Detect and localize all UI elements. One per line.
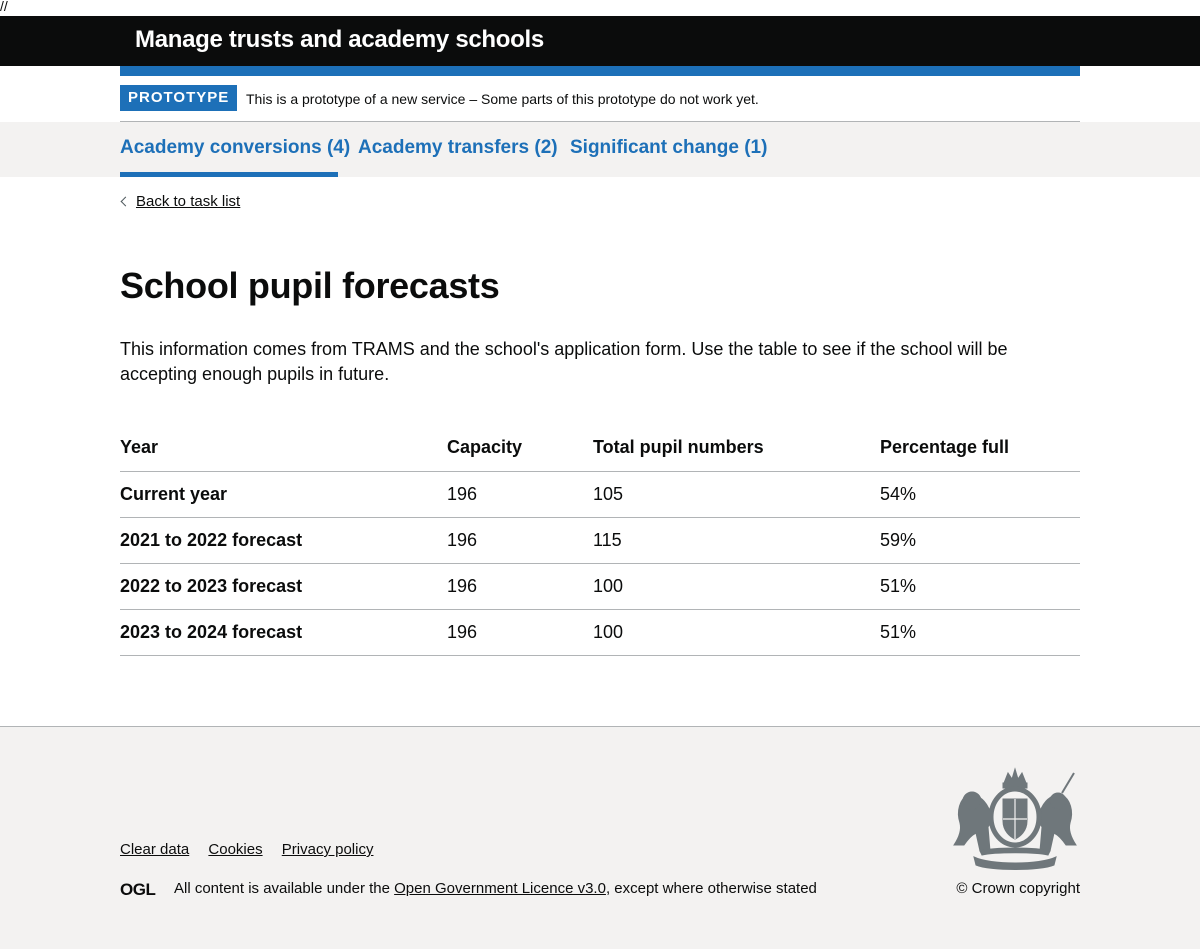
licence-statement: All content is available under the Open …: [174, 879, 817, 899]
service-name[interactable]: Manage trusts and academy schools: [135, 26, 544, 54]
site-footer: Clear data Cookies Privacy policy OGL Al…: [0, 726, 1200, 949]
licence-suffix: , except where otherwise stated: [605, 880, 817, 897]
table-row: 2022 to 2023 forecast 196 100 51%: [120, 563, 1080, 610]
table-row: Current year 196 105 54%: [120, 471, 1080, 518]
footer-link-privacy-policy[interactable]: Privacy policy: [282, 841, 374, 858]
stray-mark: //: [0, 0, 8, 14]
phase-banner-text: This is a prototype of a new service – S…: [246, 91, 759, 107]
footer-link-cookies[interactable]: Cookies: [208, 841, 262, 858]
row-year: 2022 to 2023 forecast: [120, 563, 447, 610]
tab-academy-conversions[interactable]: Academy conversions (4): [120, 137, 350, 159]
phase-banner: PROTOTYPE This is a prototype of a new s…: [120, 85, 1080, 122]
row-percentage-full: 51%: [880, 563, 1080, 610]
prototype-tag: PROTOTYPE: [120, 85, 238, 111]
crown-copyright[interactable]: © Crown copyright: [956, 879, 1080, 899]
row-capacity: 196: [447, 517, 593, 564]
tab-navigation: Academy conversions (4) Academy transfer…: [0, 122, 1200, 177]
row-percentage-full: 54%: [880, 471, 1080, 518]
row-capacity: 196: [447, 609, 593, 656]
column-header-percentage-full: Percentage full: [880, 425, 1080, 472]
header-blue-rule: [120, 66, 1080, 76]
back-link-label: Back to task list: [136, 193, 241, 210]
row-total-pupils: 100: [593, 563, 880, 610]
pupil-forecast-table: Year Capacity Total pupil numbers Percen…: [120, 425, 1080, 656]
column-header-capacity: Capacity: [447, 425, 593, 472]
row-capacity: 196: [447, 563, 593, 610]
table-row: 2021 to 2022 forecast 196 115 59%: [120, 517, 1080, 564]
page-title: School pupil forecasts: [120, 265, 500, 306]
table-row: 2023 to 2024 forecast 196 100 51%: [120, 609, 1080, 656]
row-capacity: 196: [447, 471, 593, 518]
licence-prefix: All content is available under the: [174, 880, 395, 897]
column-header-total-pupils: Total pupil numbers: [593, 425, 880, 472]
open-government-licence-link[interactable]: Open Government Licence v3.0: [394, 880, 606, 897]
tab-significant-change[interactable]: Significant change (1): [570, 137, 767, 159]
row-percentage-full: 51%: [880, 609, 1080, 656]
column-header-year: Year: [120, 425, 447, 472]
table-header-row: Year Capacity Total pupil numbers Percen…: [120, 425, 1080, 472]
ogl-logo-text: OGL: [120, 880, 155, 898]
active-tab-indicator: [120, 172, 338, 177]
footer-links: Clear data Cookies Privacy policy: [120, 840, 388, 860]
chevron-left-icon: [120, 196, 131, 207]
site-header: Manage trusts and academy schools: [0, 16, 1200, 66]
royal-coat-of-arms-icon: [953, 767, 1077, 870]
row-year: 2021 to 2022 forecast: [120, 517, 447, 564]
row-year: Current year: [120, 471, 447, 518]
row-percentage-full: 59%: [880, 517, 1080, 564]
row-total-pupils: 100: [593, 609, 880, 656]
row-total-pupils: 105: [593, 471, 880, 518]
row-year: 2023 to 2024 forecast: [120, 609, 447, 656]
tab-academy-transfers[interactable]: Academy transfers (2): [358, 137, 558, 159]
ogl-logo-icon: OGL: [120, 880, 156, 898]
row-total-pupils: 115: [593, 517, 880, 564]
footer-link-clear-data[interactable]: Clear data: [120, 841, 189, 858]
back-link[interactable]: Back to task list: [120, 192, 240, 212]
intro-text: This information comes from TRAMS and th…: [120, 339, 1008, 384]
